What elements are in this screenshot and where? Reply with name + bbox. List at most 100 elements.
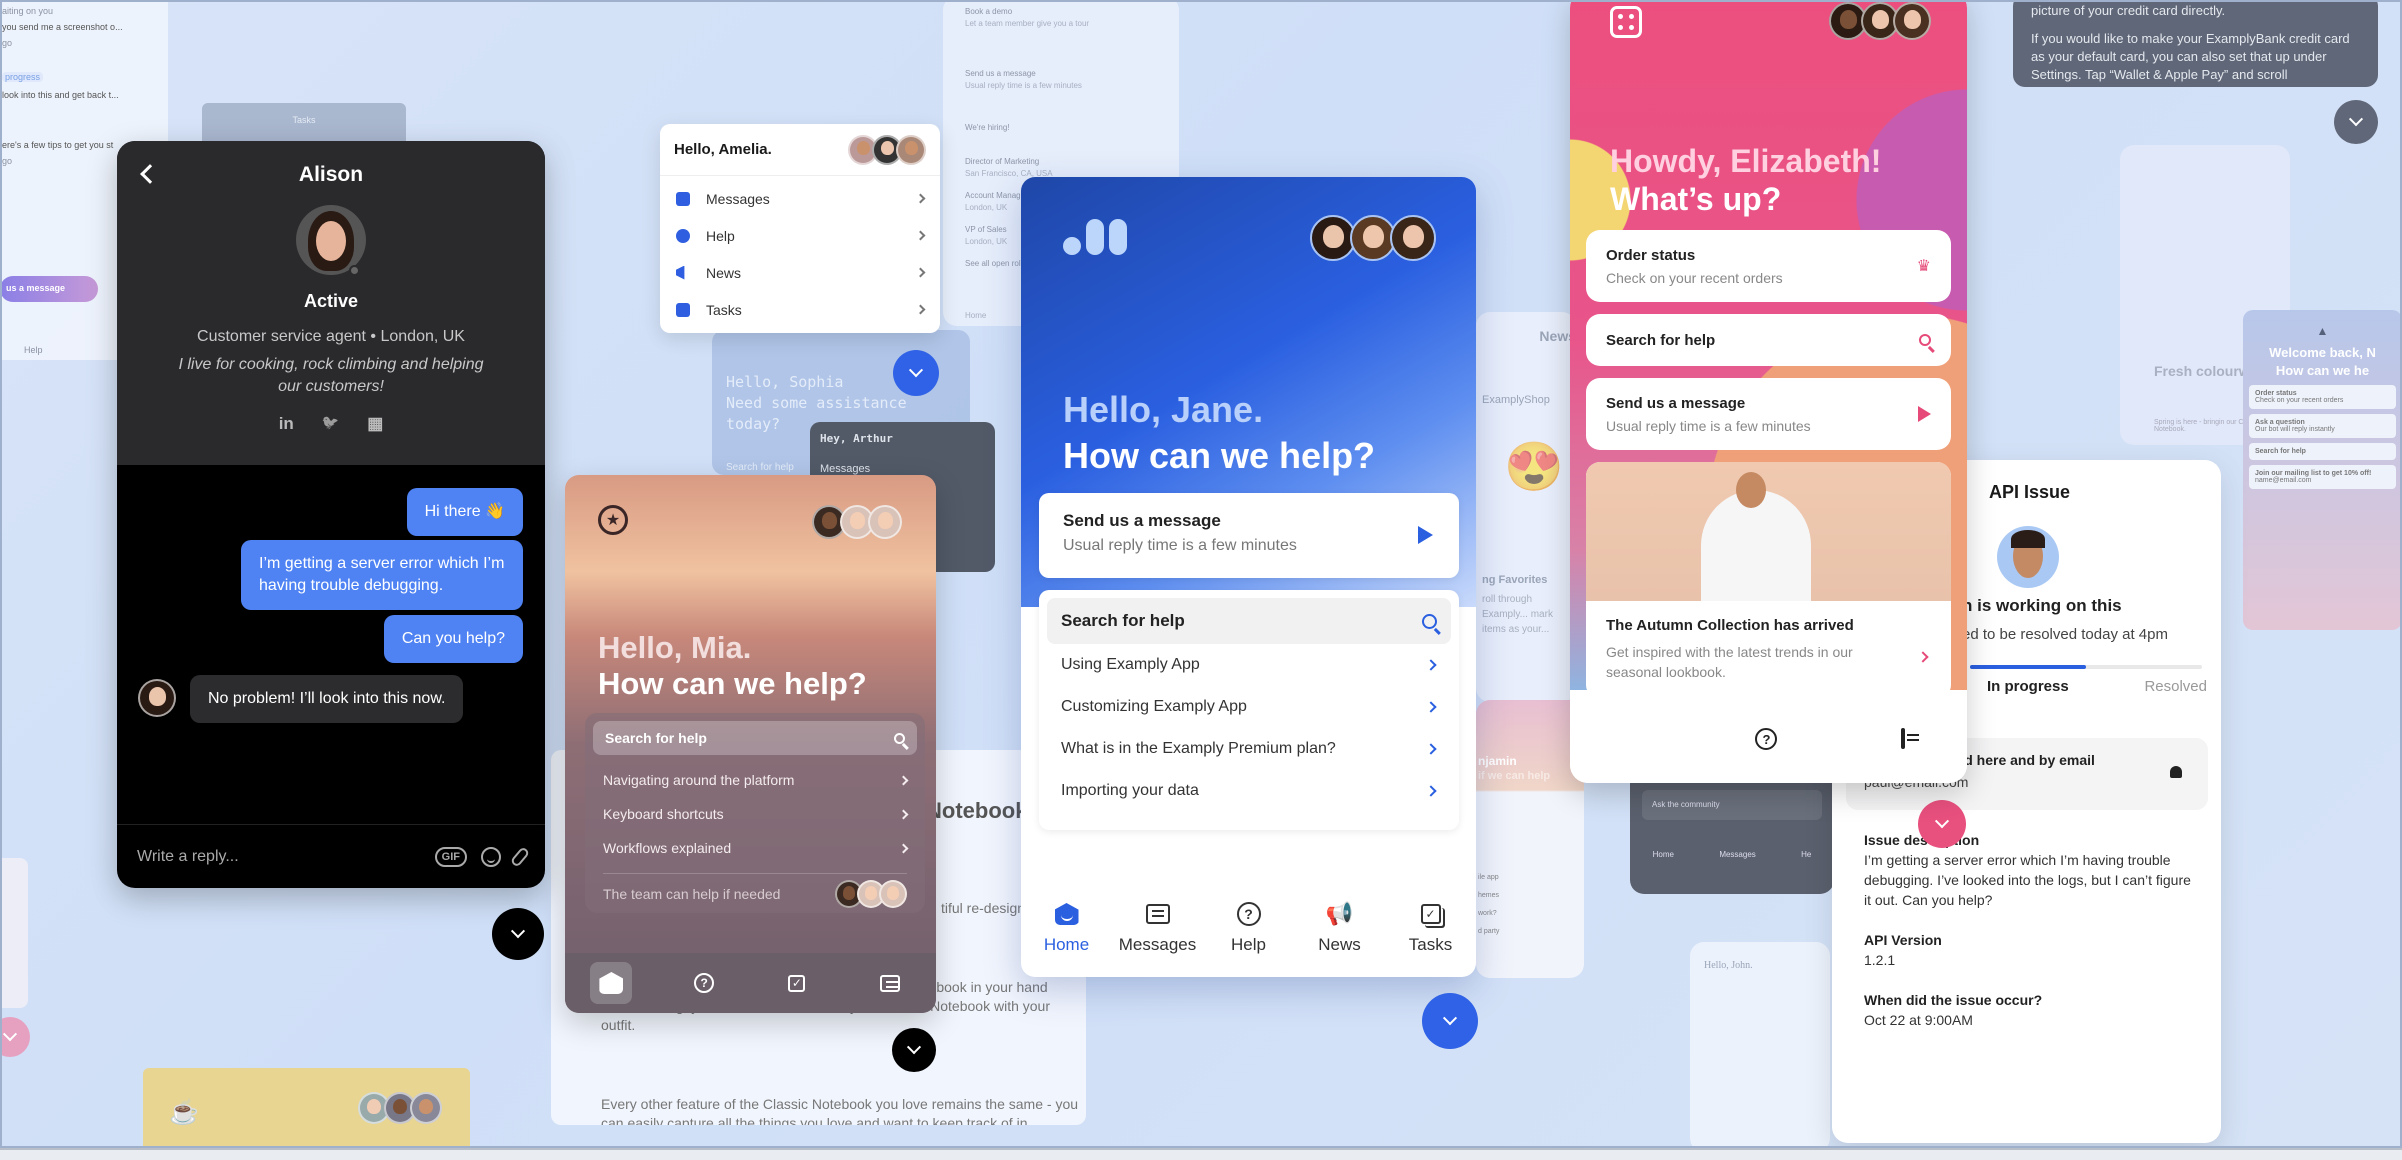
benjamin-article[interactable]: d party [1478, 928, 1499, 935]
scroll-down-button[interactable] [1918, 800, 1966, 848]
article-link[interactable]: Navigating around the platform [585, 763, 925, 797]
tab-home[interactable]: Home [1027, 899, 1107, 955]
progress-fill [1970, 665, 2086, 669]
search-input[interactable]: Search for help [1047, 598, 1451, 644]
progress-bar [1970, 665, 2202, 669]
tab-help[interactable]: ? Help [1209, 899, 1289, 955]
scroll-down-button[interactable] [0, 1017, 30, 1057]
scroll-down-button[interactable] [2334, 100, 2378, 144]
menu-item-news[interactable]: News [660, 254, 940, 291]
tab-messages[interactable]: Messages [1118, 899, 1198, 955]
nav-help-label[interactable]: Help [24, 345, 43, 355]
nav-messages[interactable] [1901, 728, 1906, 749]
greeting-subtitle: How can we help? [598, 666, 867, 701]
favorites-heading: ng Favorites [1482, 574, 1548, 586]
article-title: Customizing Examply App [1061, 698, 1247, 715]
attachment-icon[interactable] [509, 845, 531, 868]
greeting-title: Hello, Jane. [1063, 389, 1264, 430]
agent-avatar [1893, 2, 1931, 40]
bell-icon[interactable] [2170, 766, 2182, 778]
community-tab-help[interactable]: He [1801, 850, 1811, 859]
welcome-order-status[interactable]: Order status Check on your recent orders [2249, 385, 2396, 409]
welcome-ask-question[interactable]: Ask a question Our bot will reply instant… [2249, 414, 2396, 438]
article-link[interactable]: Workflows explained [585, 831, 925, 865]
conversation-preview[interactable]: look into this and get back t... [2, 90, 119, 100]
conversation-preview[interactable]: you send me a screenshot o... [2, 22, 123, 32]
linkedin-icon[interactable]: in [279, 414, 294, 434]
arthur-messages-item[interactable]: Messages [820, 463, 985, 475]
promo-card[interactable]: The Autumn Collection has arrived Get in… [1586, 462, 1951, 699]
benjamin-article[interactable]: hemes [1478, 892, 1499, 899]
agent-avatar [138, 679, 176, 717]
search-input[interactable]: Search for help [593, 721, 917, 755]
gif-button[interactable]: GIF [434, 846, 467, 867]
chevron-down-icon [510, 924, 526, 939]
book-demo-title[interactable]: Book a demo [965, 6, 1157, 18]
coffee-widget-bg: ☕ [143, 1068, 470, 1148]
field-label: When did the issue occur? [1864, 992, 2043, 1008]
send-message-card[interactable]: Send us a message Usual reply time is a … [1039, 493, 1459, 578]
calendar-icon[interactable]: ▦ [367, 414, 383, 434]
reply-input[interactable]: Write a reply... [137, 848, 435, 866]
community-tab-home[interactable]: Home [1653, 850, 1674, 859]
brand-label: ExamplyShop [1482, 394, 1550, 406]
fresh-title: Fresh colourw [2154, 363, 2250, 379]
send-message-title: Send us a message [1063, 511, 1221, 530]
welcome-mailing-list[interactable]: Join our mailing list to get 10% off! nam… [2249, 465, 2396, 489]
send-message-button[interactable]: us a message [0, 276, 98, 302]
community-tab-messages[interactable]: Messages [1719, 850, 1755, 859]
nav-messages[interactable] [869, 962, 911, 1004]
scroll-down-button[interactable] [1422, 993, 1478, 1049]
benjamin-article[interactable]: work? [1478, 910, 1497, 917]
scroll-down-button[interactable] [893, 350, 939, 396]
chevron-right-icon [915, 230, 926, 241]
article-link[interactable]: Using Examply App [1047, 644, 1451, 686]
reply-composer[interactable]: Write a reply... GIF [117, 824, 545, 888]
order-status-card[interactable]: Order status Check on your recent orders … [1586, 230, 1951, 302]
resolution-eta: ed to be resolved today at 4pm [1962, 626, 2168, 643]
agent-message: No problem! I’ll look into this now. [190, 675, 464, 723]
menu-item-help[interactable]: Help [660, 217, 940, 254]
benjamin-article[interactable]: ile app [1478, 874, 1499, 881]
article-link[interactable]: Importing your data [1047, 770, 1451, 812]
arthur-greeting: Hey, Arthur [820, 432, 893, 445]
scroll-down-button[interactable] [492, 908, 544, 960]
user-message: Hi there 👋 [406, 488, 523, 536]
menu-item-tasks[interactable]: Tasks [660, 291, 940, 328]
chevron-right-icon [1425, 785, 1437, 797]
agent-avatar [896, 134, 926, 165]
nav-tasks[interactable]: ✓ [776, 962, 818, 1004]
article-link[interactable]: Keyboard shortcuts [585, 797, 925, 831]
menu-item-messages[interactable]: Messages [660, 180, 940, 217]
chevron-down-icon [2348, 112, 2364, 127]
greeting-title: Hello, Mia. [598, 630, 752, 665]
jane-messenger-widget: Hello, Jane. How can we help? Send us a … [1021, 177, 1476, 977]
greeting-title: Howdy, Elizabeth! [1610, 143, 1882, 179]
conversation-preview[interactable]: ere's a few tips to get you st [2, 140, 113, 150]
chevron-right-icon [1917, 651, 1929, 663]
tab-news[interactable]: 📢 News [1300, 899, 1380, 955]
article-link[interactable]: What is in the Examply Premium plan? [1047, 728, 1451, 770]
send-message-card[interactable]: Send us a message Usual reply time is a f… [1586, 378, 1951, 450]
bottom-nav: ? [1570, 695, 1967, 783]
search-input[interactable]: Search for help [1586, 314, 1951, 366]
card-subtitle: Usual reply time is a few minutes [1606, 417, 1811, 434]
field-value: I’m getting a server error which I’m hav… [1864, 852, 2191, 908]
welcome-search[interactable]: Search for help [2249, 443, 2396, 460]
nav-help[interactable]: ? [683, 962, 725, 1004]
ask-community-input[interactable]: Ask the community [1642, 790, 1822, 820]
field-label: Issue description [1864, 832, 1980, 848]
chevron-down-icon [2, 1027, 18, 1042]
email-input[interactable]: name@email.com [2255, 477, 2312, 484]
benjamin-widget-bg: njamin if we can help ile app hemes work… [1476, 700, 1584, 978]
article-link[interactable]: Customizing Examply App [1047, 686, 1451, 728]
send-message-title[interactable]: Send us a message [965, 68, 1157, 80]
nav-help[interactable]: ? [1755, 728, 1778, 750]
tab-tasks[interactable]: ✓ Tasks [1391, 899, 1471, 955]
home-icon [599, 972, 624, 994]
job-title[interactable]: Director of Marketing [965, 156, 1157, 168]
twitter-icon[interactable]: 🐦 [322, 414, 339, 434]
scroll-down-button[interactable] [892, 1028, 936, 1072]
nav-home[interactable] [590, 962, 633, 1004]
emoji-icon[interactable] [481, 846, 501, 867]
